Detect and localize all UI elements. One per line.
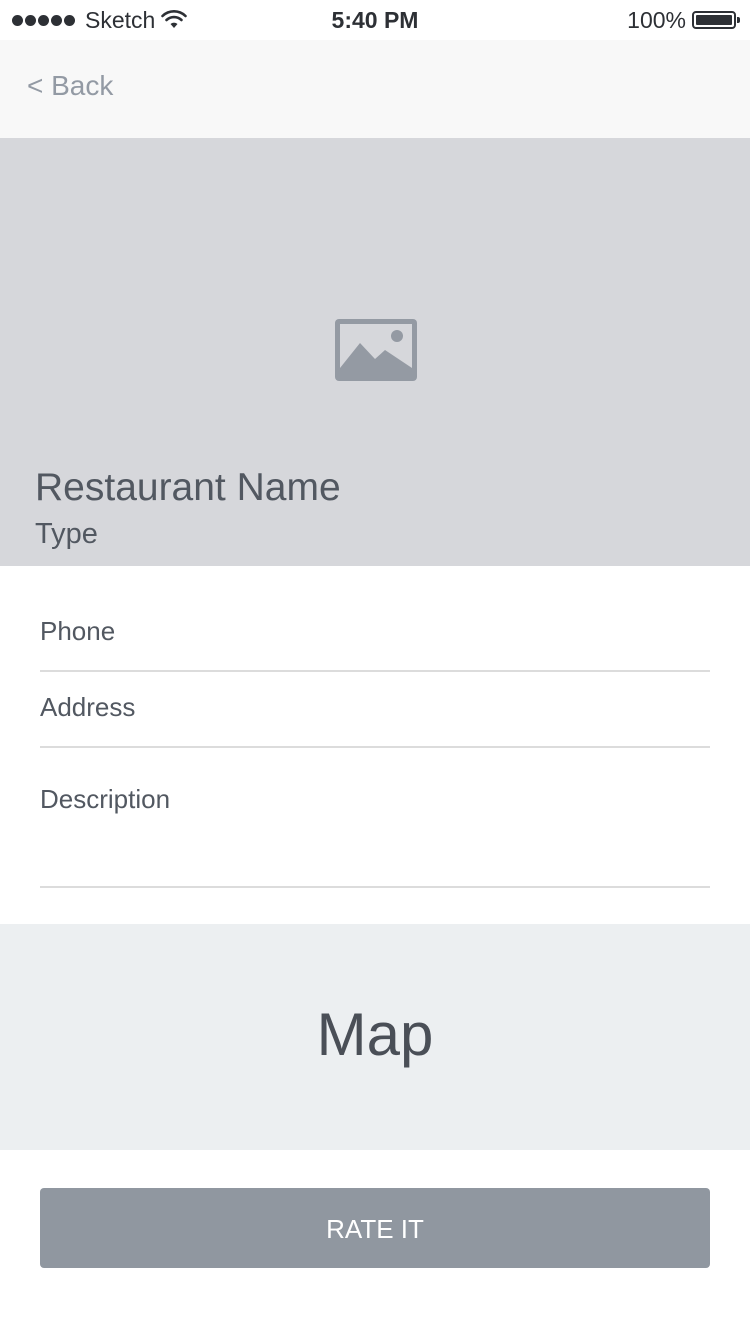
battery-fill <box>696 15 732 25</box>
description-field[interactable]: Description <box>40 768 710 888</box>
nav-bar: < Back <box>0 40 750 138</box>
address-label: Address <box>40 692 136 722</box>
battery-nub <box>737 17 740 23</box>
address-field[interactable]: Address <box>40 676 710 748</box>
map-panel[interactable]: Map <box>0 924 750 1150</box>
image-placeholder-icon <box>335 319 417 381</box>
restaurant-hero-image: Restaurant Name Type <box>0 138 750 566</box>
restaurant-detail-screen: Sketch 5:40 PM 100% < Back Restaurant Na… <box>0 0 750 1334</box>
restaurant-name: Restaurant Name <box>35 466 341 509</box>
battery-icon <box>692 11 740 29</box>
phone-field[interactable]: Phone <box>40 600 710 672</box>
description-label: Description <box>40 784 171 814</box>
map-label: Map <box>316 1001 434 1068</box>
phone-label: Phone <box>40 616 116 646</box>
status-bar: Sketch 5:40 PM 100% <box>0 0 750 40</box>
battery-percentage: 100% <box>627 6 686 33</box>
rate-it-button[interactable]: RATE IT <box>40 1188 710 1268</box>
back-button[interactable]: < Back <box>27 70 113 102</box>
status-right: 100% <box>627 6 740 34</box>
restaurant-type: Type <box>35 518 98 550</box>
